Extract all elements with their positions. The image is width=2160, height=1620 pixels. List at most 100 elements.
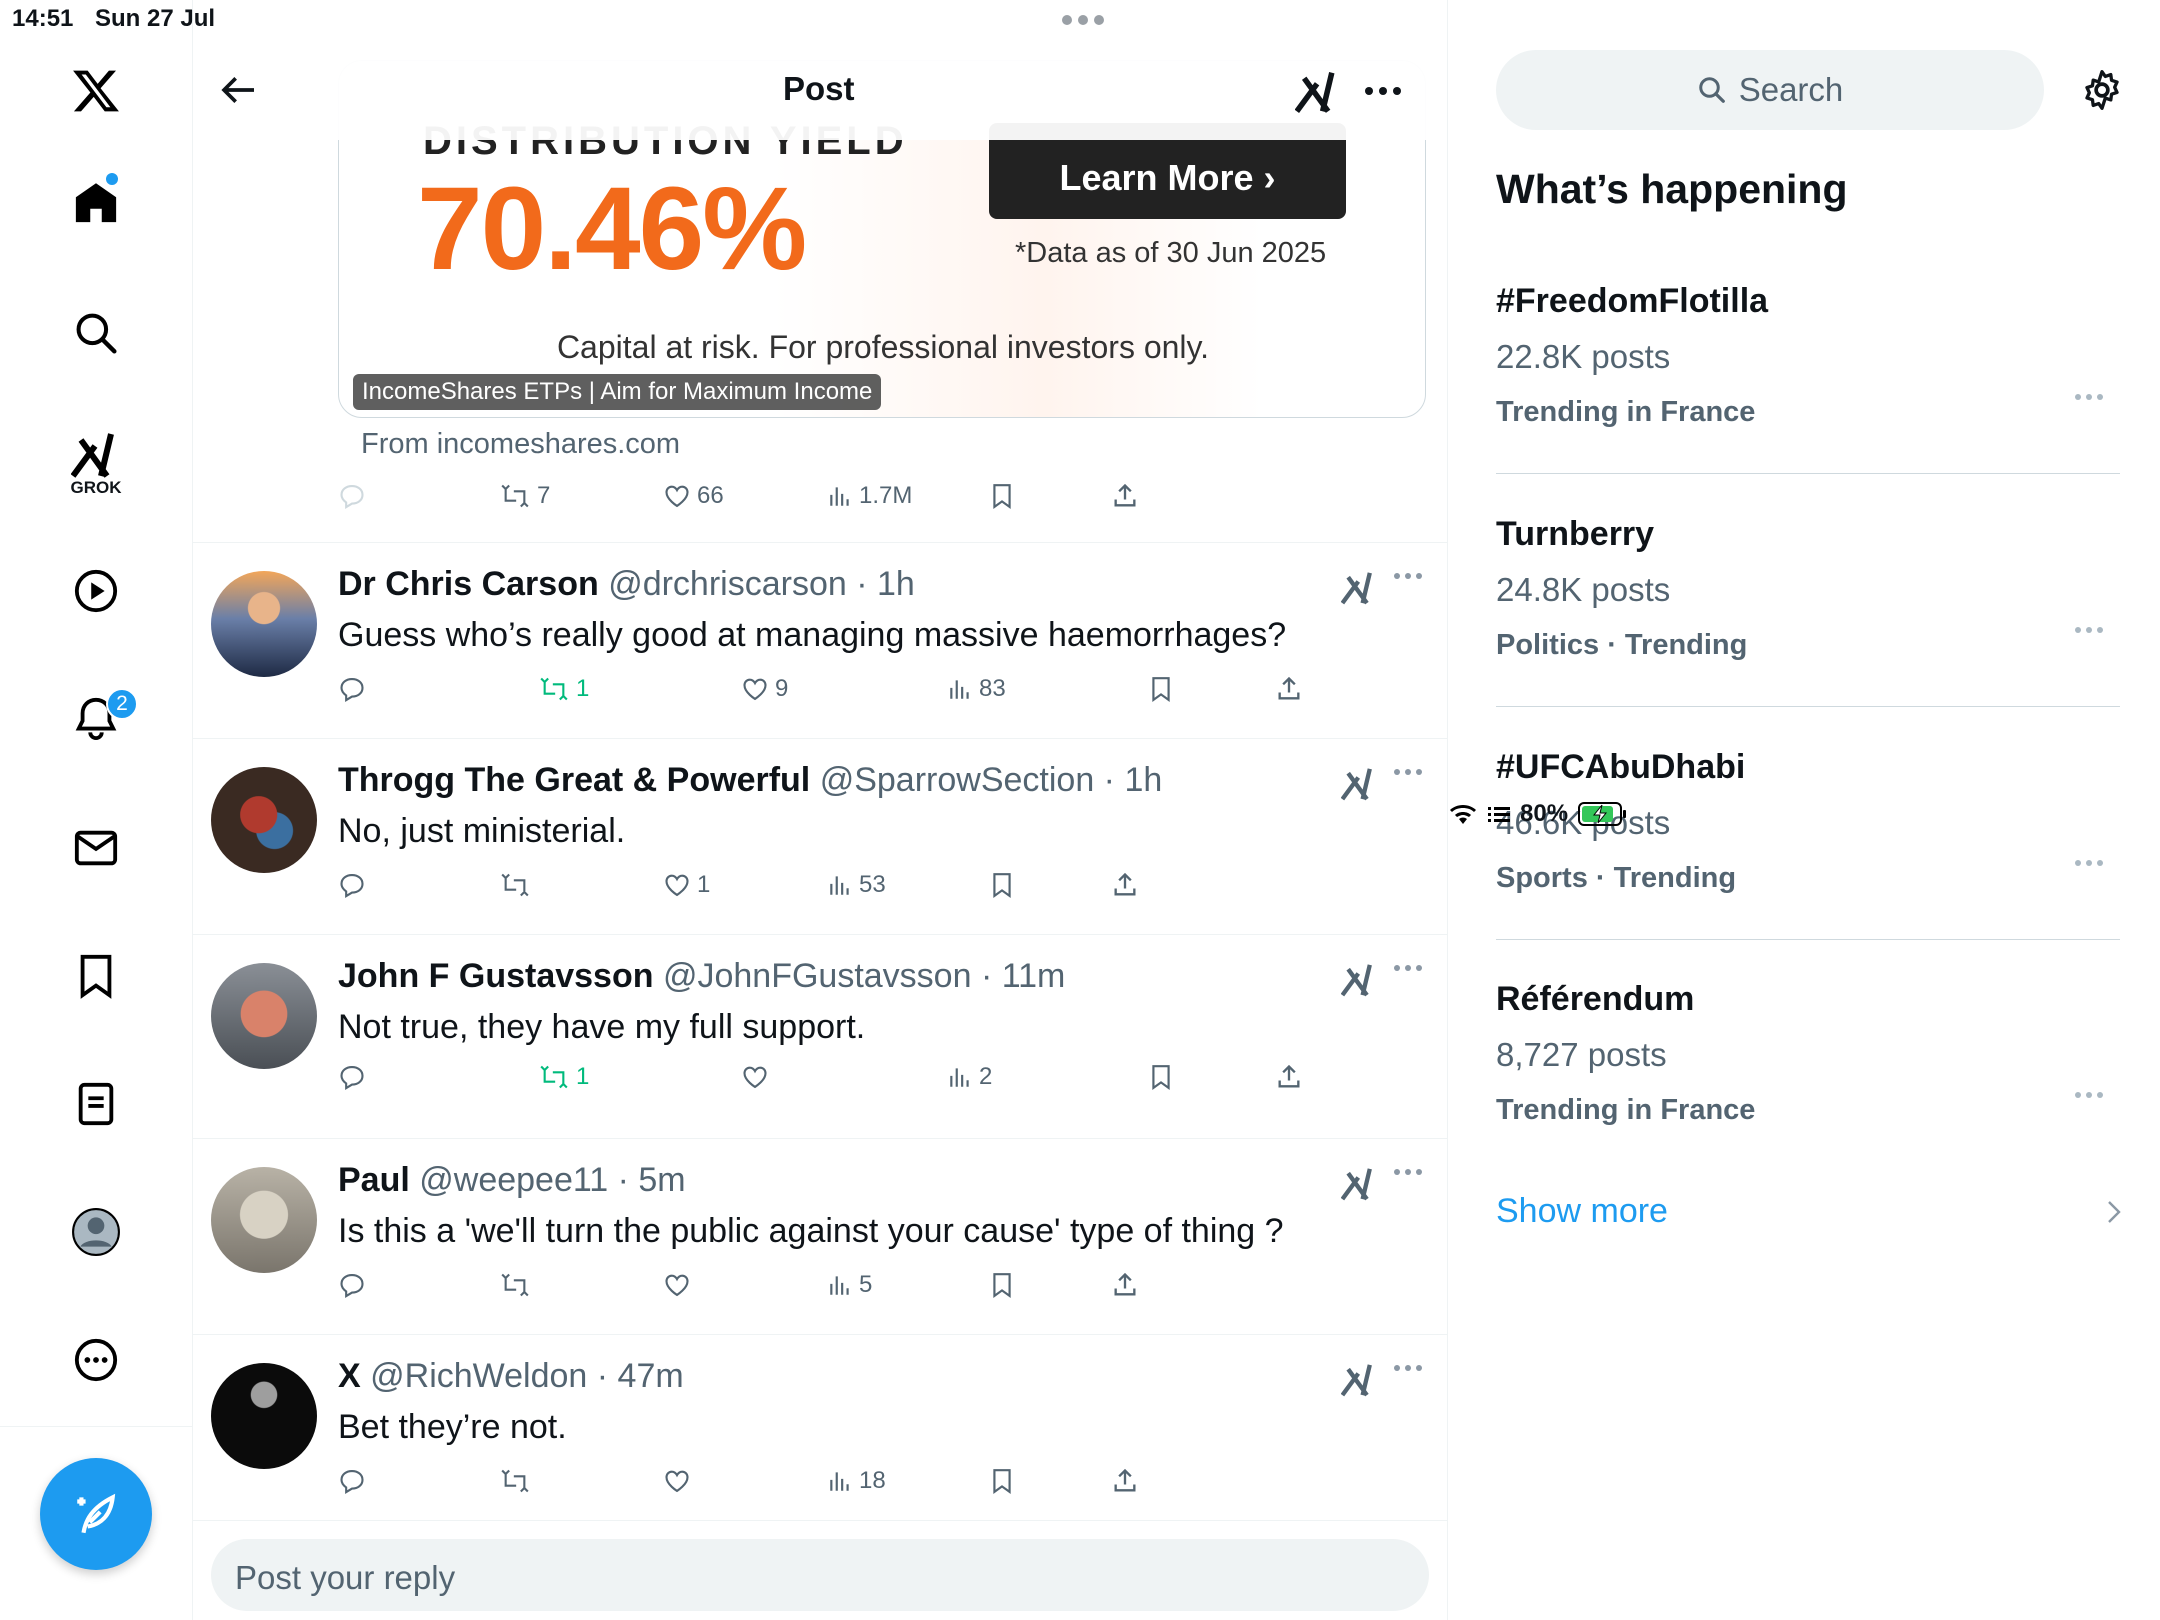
- left-navigation: GROK 2: [0, 0, 193, 1620]
- grok-icon[interactable]: [1341, 767, 1377, 801]
- more-dots-icon[interactable]: [1393, 1167, 1423, 1177]
- reply-icon[interactable]: [338, 482, 366, 510]
- share-icon[interactable]: [1275, 1063, 1303, 1091]
- handle-time[interactable]: @drchriscarson · 1h: [608, 565, 915, 603]
- reply-post[interactable]: X @RichWeldon · 47m Bet they’re not. 18: [193, 1335, 1447, 1520]
- reply-post[interactable]: Dr Chris Carson @drchriscarson · 1h Gues…: [193, 543, 1447, 739]
- reply-action-bar: 1 53: [193, 871, 1447, 911]
- grok-icon[interactable]: [1341, 963, 1377, 997]
- views-button[interactable]: 1.7M: [827, 482, 912, 510]
- bookmark-icon[interactable]: [989, 1271, 1015, 1299]
- reply-post[interactable]: Throgg The Great & Powerful @SparrowSect…: [193, 739, 1447, 935]
- repost-count: 1: [576, 1063, 590, 1090]
- user-avatar[interactable]: [211, 1363, 317, 1469]
- reply-input[interactable]: Post your reply: [211, 1539, 1429, 1611]
- display-name[interactable]: John F Gustavsson: [338, 957, 654, 995]
- bookmark-icon[interactable]: [1148, 675, 1174, 703]
- video-play-icon[interactable]: [60, 555, 132, 627]
- grok-icon[interactable]: [1341, 571, 1377, 605]
- unread-dot: [106, 173, 118, 185]
- more-dots-icon[interactable]: [1393, 767, 1423, 777]
- views-button[interactable]: 5: [827, 1271, 872, 1299]
- grok-label: GROK: [70, 478, 122, 497]
- reply-icon[interactable]: [338, 675, 366, 703]
- explore-search-icon[interactable]: [60, 297, 132, 369]
- articles-icon[interactable]: [60, 1068, 132, 1140]
- like-button[interactable]: [663, 1271, 697, 1299]
- battery-percent: 80%: [1520, 800, 1569, 827]
- like-button[interactable]: 1: [663, 871, 710, 899]
- repost-button[interactable]: [499, 1271, 537, 1299]
- ad-risk-disclaimer: Capital at risk. For professional invest…: [556, 329, 1210, 365]
- compose-post-button[interactable]: [40, 1458, 152, 1570]
- multitasking-dots-icon[interactable]: [1062, 15, 1104, 25]
- repost-button[interactable]: [499, 1467, 537, 1495]
- like-button[interactable]: 9: [741, 675, 788, 703]
- grok-icon[interactable]: [1295, 70, 1341, 114]
- repost-button[interactable]: 1: [538, 675, 589, 703]
- repost-button[interactable]: [499, 871, 537, 899]
- handle-time[interactable]: @JohnFGustavsson · 11m: [663, 957, 1065, 995]
- x-logo-icon[interactable]: [60, 55, 132, 127]
- views-button[interactable]: 83: [947, 675, 1006, 703]
- more-dots-icon[interactable]: [1393, 963, 1423, 973]
- like-button[interactable]: 66: [663, 482, 724, 510]
- user-avatar[interactable]: [211, 571, 317, 677]
- bookmark-icon[interactable]: [989, 482, 1015, 510]
- views-button[interactable]: 18: [827, 1467, 886, 1495]
- repost-button[interactable]: 1: [538, 1063, 589, 1091]
- grok-icon[interactable]: [1341, 1363, 1377, 1397]
- repost-button[interactable]: 7: [499, 482, 550, 510]
- user-avatar[interactable]: [211, 767, 317, 873]
- messages-mail-icon[interactable]: [60, 812, 132, 884]
- grok-nav[interactable]: GROK: [60, 420, 132, 510]
- more-dots-icon[interactable]: [1393, 571, 1423, 581]
- more-dots-icon[interactable]: [1363, 85, 1403, 97]
- ad-source-link[interactable]: From incomeshares.com: [361, 428, 680, 461]
- more-dots-icon[interactable]: [1393, 1363, 1423, 1373]
- display-name[interactable]: Paul: [338, 1161, 410, 1199]
- display-name[interactable]: Dr Chris Carson: [338, 565, 599, 603]
- back-arrow-icon[interactable]: [219, 70, 259, 110]
- user-avatar[interactable]: [211, 963, 317, 1069]
- handle-time[interactable]: @RichWeldon · 47m: [370, 1357, 684, 1395]
- reply-icon[interactable]: [338, 1063, 366, 1091]
- post-detail-column: DISTRIBUTION YIELD 70.46% Learn More › *…: [193, 0, 1448, 1620]
- handle-time[interactable]: @weepee11 · 5m: [419, 1161, 685, 1199]
- reply-text: Not true, they have my full support.: [338, 1008, 866, 1046]
- views-button[interactable]: 53: [827, 871, 886, 899]
- bookmark-icon[interactable]: [1148, 1063, 1174, 1091]
- reply-action-bar: 5: [193, 1271, 1447, 1311]
- repost-count: 1: [576, 675, 590, 702]
- display-name[interactable]: Throgg The Great & Powerful: [338, 761, 810, 799]
- ad-data-note: *Data as of 30 Jun 2025: [1015, 237, 1327, 269]
- like-button[interactable]: [663, 1467, 697, 1495]
- share-icon[interactable]: [1111, 1271, 1139, 1299]
- views-button[interactable]: 2: [947, 1063, 992, 1091]
- bookmark-icon[interactable]: [989, 871, 1015, 899]
- more-options-circle-icon[interactable]: [60, 1324, 132, 1396]
- reply-text: Is this a 'we'll turn the public against…: [338, 1212, 1284, 1250]
- like-count: 9: [775, 675, 789, 702]
- profile-avatar-icon[interactable]: [60, 1196, 132, 1268]
- bookmark-icon[interactable]: [989, 1467, 1015, 1495]
- handle-time[interactable]: @SparrowSection · 1h: [820, 761, 1163, 799]
- grok-icon[interactable]: [1341, 1167, 1377, 1201]
- reply-post[interactable]: John F Gustavsson @JohnFGustavsson · 11m…: [193, 935, 1447, 1139]
- battery-icon: [1578, 801, 1628, 827]
- reply-icon[interactable]: [338, 1467, 366, 1495]
- display-name[interactable]: X: [338, 1357, 361, 1395]
- compose-feather-icon: [77, 1493, 116, 1534]
- share-icon[interactable]: [1111, 482, 1139, 510]
- reply-icon[interactable]: [338, 871, 366, 899]
- home-icon[interactable]: [60, 167, 132, 239]
- reply-icon[interactable]: [338, 1271, 366, 1299]
- share-icon[interactable]: [1111, 1467, 1139, 1495]
- bookmarks-icon[interactable]: [60, 940, 132, 1012]
- reply-action-bar: 1 2: [193, 1063, 1447, 1103]
- reply-post[interactable]: Paul @weepee11 · 5m Is this a 'we'll tur…: [193, 1139, 1447, 1335]
- share-icon[interactable]: [1111, 871, 1139, 899]
- like-button[interactable]: [741, 1063, 775, 1091]
- share-icon[interactable]: [1275, 675, 1303, 703]
- user-avatar[interactable]: [211, 1167, 317, 1273]
